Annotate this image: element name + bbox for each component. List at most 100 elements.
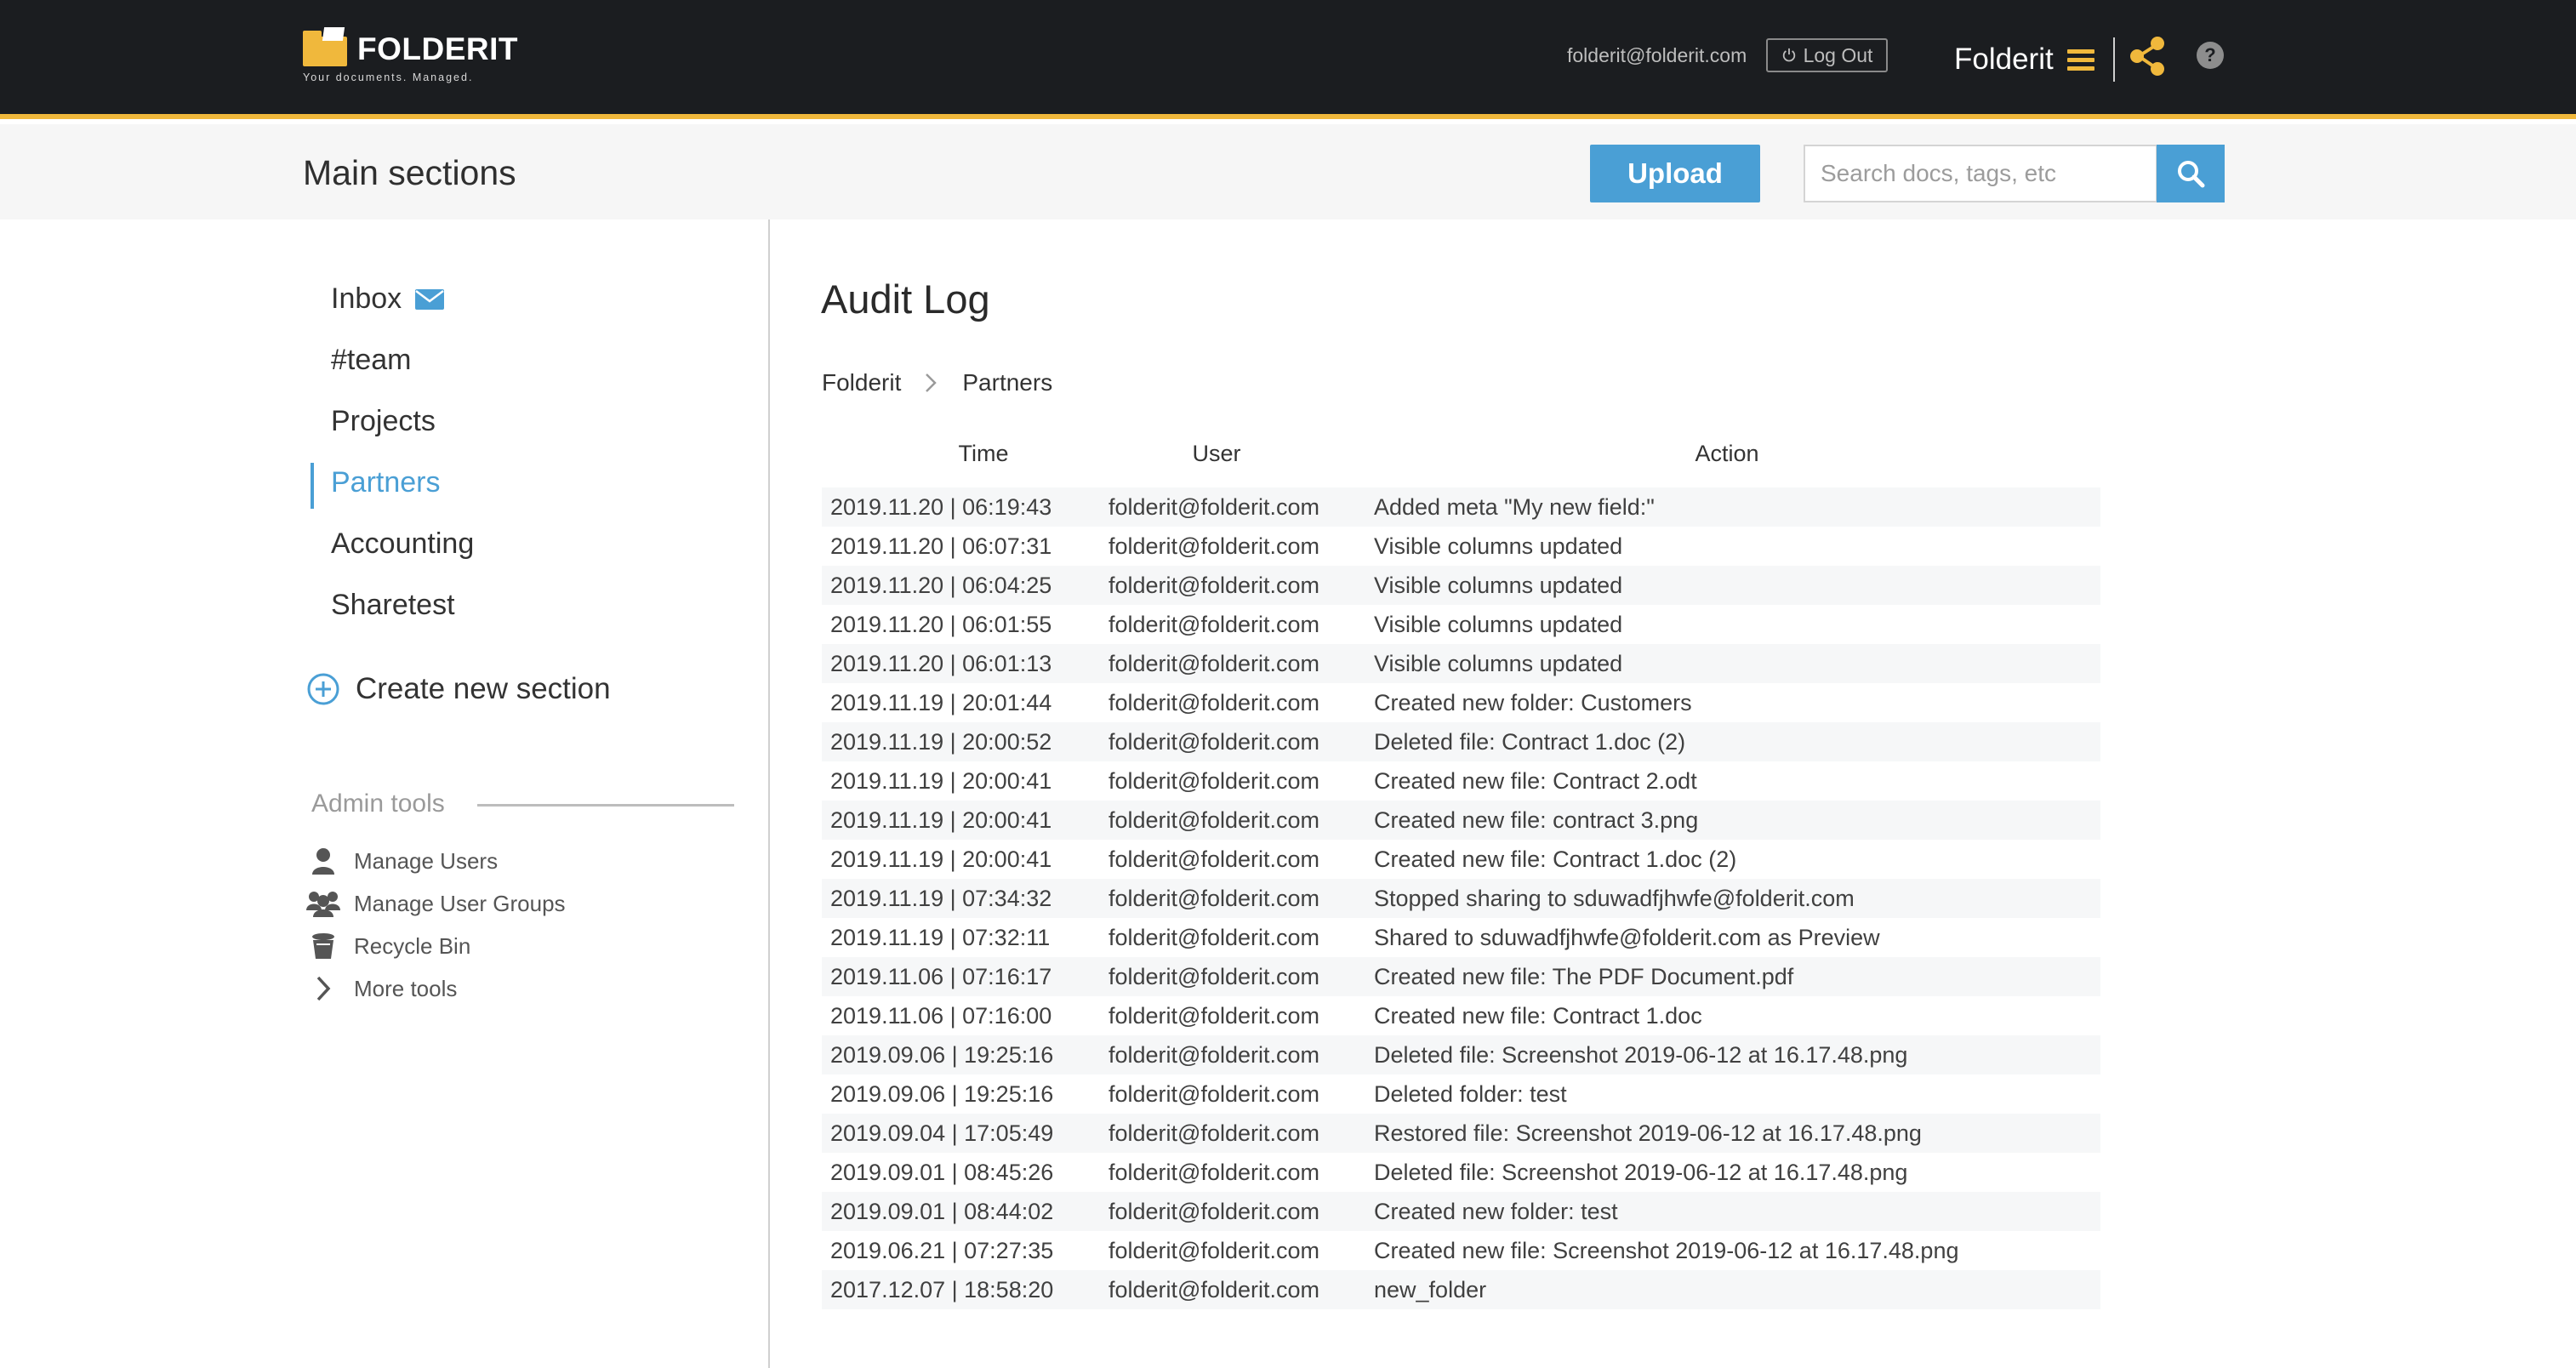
search-input[interactable] xyxy=(1804,145,2157,202)
cell-time: 2019.11.19 | 20:00:41 xyxy=(830,807,1052,833)
user-group-icon xyxy=(306,892,340,917)
column-header-time: Time xyxy=(958,441,1009,466)
active-item-indicator xyxy=(311,463,314,509)
cell-user: folderit@folderit.com xyxy=(1108,689,1319,715)
create-new-section-button[interactable]: Create new section xyxy=(306,672,611,706)
cell-time: 2019.11.06 | 07:16:17 xyxy=(830,963,1052,989)
sidebar-item-projects[interactable]: Projects xyxy=(331,405,436,438)
cell-time: 2019.09.01 | 08:45:26 xyxy=(830,1159,1054,1185)
logout-label: Log Out xyxy=(1803,43,1873,66)
recycle-bin-link[interactable]: Recycle Bin xyxy=(306,932,470,960)
plus-circle-icon xyxy=(307,673,339,705)
cell-action: Visible columns updated xyxy=(1374,533,1623,559)
cell-user: folderit@folderit.com xyxy=(1108,611,1319,637)
cell-user: folderit@folderit.com xyxy=(1108,924,1319,950)
cell-time: 2019.11.20 | 06:01:13 xyxy=(830,650,1052,676)
upload-button[interactable]: Upload xyxy=(1590,145,1760,202)
envelope-icon xyxy=(415,288,445,310)
power-icon xyxy=(1782,48,1795,62)
cell-action: Deleted file: Contract 1.doc (2) xyxy=(1374,728,1686,755)
cell-action: new_folder xyxy=(1374,1276,1487,1302)
cell-action: Created new file: Screenshot 2019-06-12 … xyxy=(1374,1237,1959,1263)
cell-action: Added meta "My new field:" xyxy=(1374,493,1655,520)
cell-action: Created new folder: test xyxy=(1374,1198,1618,1224)
cell-action: Deleted file: Screenshot 2019-06-12 at 1… xyxy=(1374,1041,1908,1068)
cell-time: 2019.11.20 | 06:04:25 xyxy=(830,572,1052,598)
cell-user: folderit@folderit.com xyxy=(1108,767,1319,794)
table-row: 2019.11.06 | 07:16:17 folderit@folderit.c… xyxy=(822,957,2100,996)
sidebar-item-partners[interactable]: Partners xyxy=(331,466,441,499)
help-icon[interactable]: ? xyxy=(2197,42,2224,69)
cell-user: folderit@folderit.com xyxy=(1108,1002,1319,1029)
admin-tools-heading: Admin tools xyxy=(311,789,445,818)
cell-user: folderit@folderit.com xyxy=(1108,1198,1319,1224)
table-row: 2019.11.19 | 20:00:41 folderit@folderit.c… xyxy=(822,801,2100,840)
manage-users-link[interactable]: Manage Users xyxy=(306,847,498,875)
cell-user: folderit@folderit.com xyxy=(1108,846,1319,872)
search-icon xyxy=(2178,161,2205,188)
cell-user: folderit@folderit.com xyxy=(1108,1237,1319,1263)
table-row: 2019.09.04 | 17:05:49 folderit@folderit.c… xyxy=(822,1114,2100,1153)
sidebar-item-team[interactable]: #team xyxy=(331,344,412,377)
audit-log-table: 2019.11.20 | 06:19:43 folderit@folderit.c… xyxy=(822,487,2100,1309)
table-row: 2019.11.19 | 07:34:32 folderit@folderit.c… xyxy=(822,879,2100,918)
table-row: 2017.12.07 | 18:58:20 folderit@folderit.c… xyxy=(822,1270,2100,1309)
breadcrumb-item-current[interactable]: Partners xyxy=(962,369,1052,396)
sidebar-item-label: Accounting xyxy=(331,527,475,560)
cell-action: Visible columns updated xyxy=(1374,572,1623,598)
cell-action: Created new file: The PDF Document.pdf xyxy=(1374,963,1794,989)
logo-tagline: Your documents. Managed. xyxy=(303,71,474,83)
cell-time: 2019.11.20 | 06:01:55 xyxy=(830,611,1052,637)
cell-time: 2019.11.19 | 20:00:52 xyxy=(830,728,1052,755)
sidebar-item-label: #team xyxy=(331,344,412,376)
sub-header: Main sections Upload xyxy=(0,124,2576,219)
cell-time: 2019.09.06 | 19:25:16 xyxy=(830,1080,1054,1107)
sidebar-item-accounting[interactable]: Accounting xyxy=(331,527,474,561)
admin-item-label: Recycle Bin xyxy=(354,932,471,959)
cell-user: folderit@folderit.com xyxy=(1108,1276,1319,1302)
cell-action: Created new file: Contract 1.doc xyxy=(1374,1002,1702,1029)
logout-button[interactable]: Log Out xyxy=(1766,38,1888,72)
search-button[interactable] xyxy=(2157,145,2225,202)
table-row: 2019.11.19 | 20:01:44 folderit@folderit.c… xyxy=(822,683,2100,722)
table-row: 2019.11.20 | 06:04:25 folderit@folderit.c… xyxy=(822,566,2100,605)
cell-user: folderit@folderit.com xyxy=(1108,1120,1319,1146)
sidebar-item-sharetest[interactable]: Sharetest xyxy=(331,589,455,622)
cell-user: folderit@folderit.com xyxy=(1108,963,1319,989)
cell-time: 2019.11.19 | 07:32:11 xyxy=(830,924,1051,950)
sidebar-item-label: Partners xyxy=(331,466,441,499)
share-icon[interactable] xyxy=(2127,34,2168,78)
cell-user: folderit@folderit.com xyxy=(1108,1080,1319,1107)
cell-time: 2019.09.04 | 17:05:49 xyxy=(830,1120,1054,1146)
cell-time: 2019.11.20 | 06:19:43 xyxy=(830,493,1052,520)
cell-time: 2019.11.06 | 07:16:00 xyxy=(830,1002,1052,1029)
recycle-bin-icon xyxy=(312,933,334,959)
more-tools-link[interactable]: More tools xyxy=(306,975,457,1002)
cell-user: folderit@folderit.com xyxy=(1108,493,1319,520)
table-row: 2019.11.20 | 06:07:31 folderit@folderit.c… xyxy=(822,527,2100,566)
admin-item-label: Manage Users xyxy=(354,847,499,874)
cell-action: Deleted file: Screenshot 2019-06-12 at 1… xyxy=(1374,1159,1908,1185)
folder-logo-icon xyxy=(303,27,347,66)
cell-action: Created new file: Contract 2.odt xyxy=(1374,767,1697,794)
create-new-section-label: Create new section xyxy=(356,672,611,705)
folderit-logo[interactable]: FOLDERIT Your documents. Managed. xyxy=(303,27,518,83)
cell-action: Stopped sharing to sduwadfjhwfe@folderit… xyxy=(1374,885,1855,911)
hamburger-menu-icon[interactable] xyxy=(2067,49,2094,71)
sidebar-item-inbox[interactable]: Inbox xyxy=(331,282,445,316)
breadcrumb: Folderit Partners xyxy=(822,369,1052,396)
organization-name[interactable]: Folderit xyxy=(1954,43,2054,77)
cell-user: folderit@folderit.com xyxy=(1108,1041,1319,1068)
manage-user-groups-link[interactable]: Manage User Groups xyxy=(306,890,566,917)
table-row: 2019.11.06 | 07:16:00 folderit@folderit.c… xyxy=(822,996,2100,1035)
breadcrumb-item-root[interactable]: Folderit xyxy=(822,369,901,396)
cell-user: folderit@folderit.com xyxy=(1108,728,1319,755)
cell-user: folderit@folderit.com xyxy=(1108,885,1319,911)
logo-text: FOLDERIT xyxy=(357,31,518,66)
table-row: 2019.09.01 | 08:44:02 folderit@folderit.c… xyxy=(822,1192,2100,1231)
cell-time: 2019.11.20 | 06:07:31 xyxy=(830,533,1052,559)
admin-item-label: More tools xyxy=(354,975,458,1001)
table-row: 2019.09.06 | 19:25:16 folderit@folderit.c… xyxy=(822,1074,2100,1114)
table-row: 2019.11.19 | 20:00:41 folderit@folderit.c… xyxy=(822,761,2100,801)
table-row: 2019.11.20 | 06:01:13 folderit@folderit.c… xyxy=(822,644,2100,683)
